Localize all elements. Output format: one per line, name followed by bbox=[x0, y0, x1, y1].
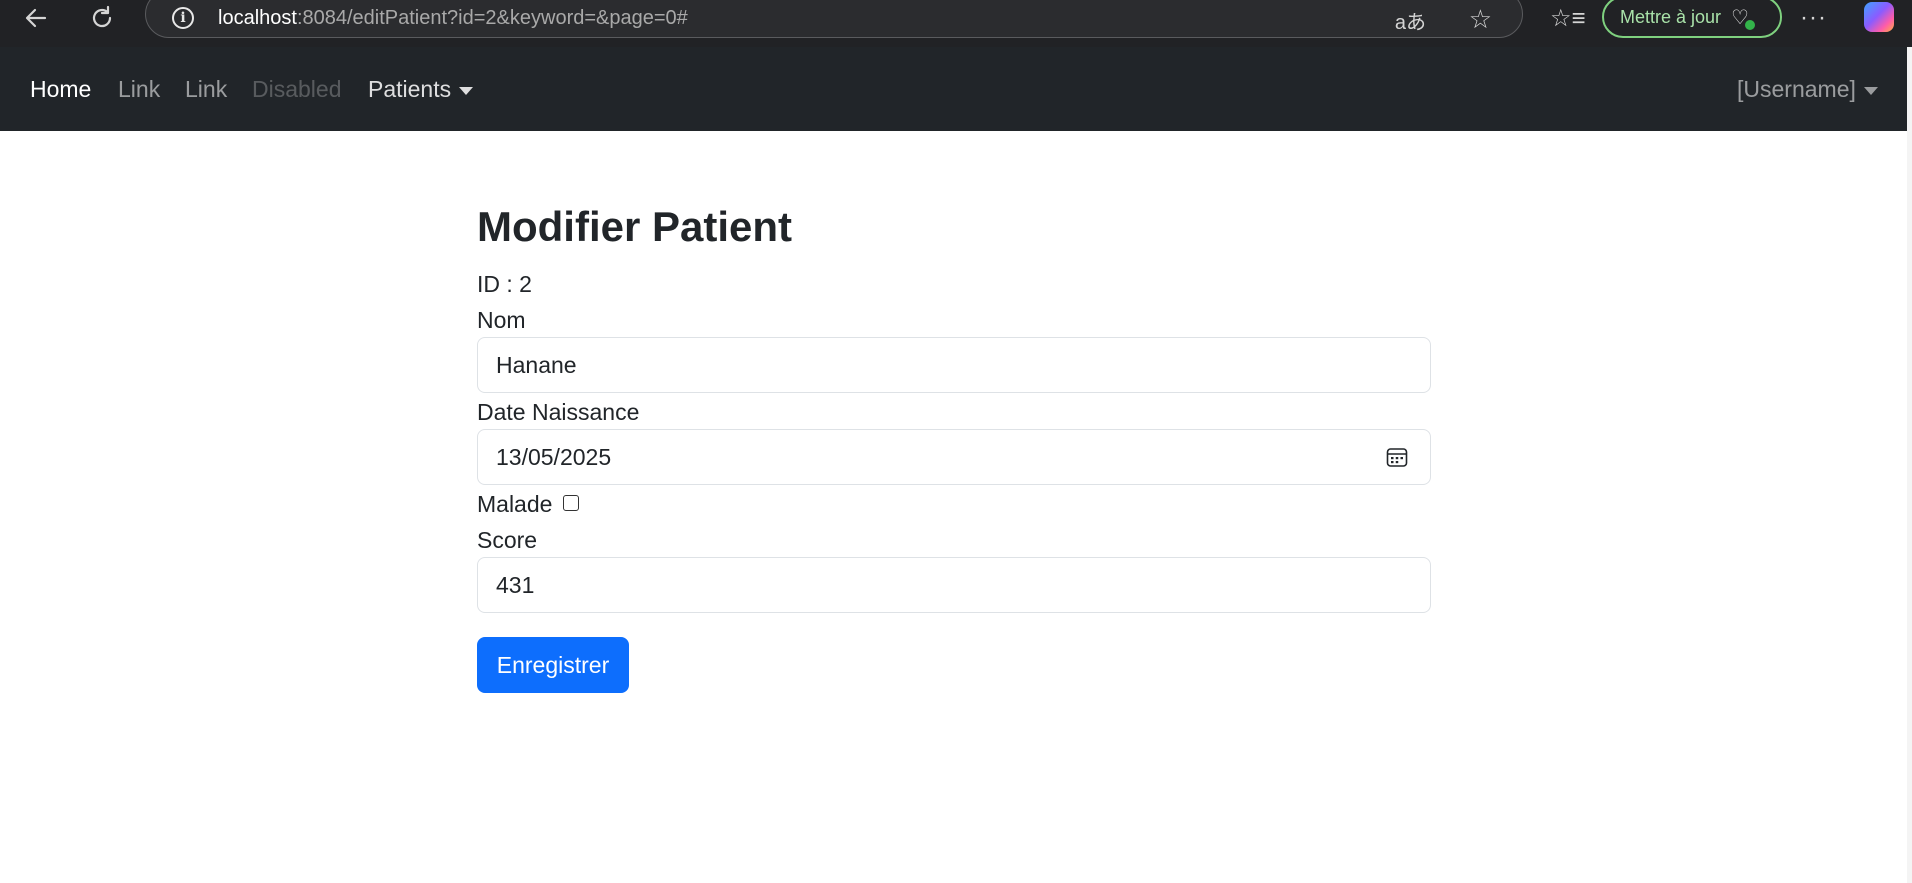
page-title: Modifier Patient bbox=[477, 203, 793, 250]
reload-icon[interactable] bbox=[82, 0, 122, 36]
info-icon[interactable]: i bbox=[172, 7, 194, 29]
date-naissance-label: Date Naissance bbox=[477, 399, 640, 425]
favorites-icon[interactable]: ☆≡ bbox=[1550, 4, 1586, 33]
browser-toolbar: i localhost:8084/editPatient?id=2&keywor… bbox=[0, 0, 1912, 47]
heart-pulse-icon: ♡ bbox=[1731, 5, 1755, 30]
date-naissance-input[interactable]: 13/05/2025 bbox=[477, 429, 1431, 485]
score-label: Score bbox=[477, 527, 538, 553]
more-icon[interactable]: ··· bbox=[1800, 4, 1827, 32]
nav-user-label: [Username] bbox=[1737, 76, 1856, 102]
nav-link-2[interactable]: Link bbox=[185, 76, 227, 103]
nav-home[interactable]: Home bbox=[30, 76, 91, 103]
back-icon[interactable] bbox=[16, 0, 56, 36]
url-text[interactable]: localhost:8084/editPatient?id=2&keyword=… bbox=[218, 7, 688, 30]
page-scrollbar-track bbox=[1907, 47, 1912, 883]
update-button-label: Mettre à jour bbox=[1620, 6, 1722, 27]
nav-link-1[interactable]: Link bbox=[118, 76, 160, 103]
nav-disabled: Disabled bbox=[252, 76, 342, 102]
caret-down-icon bbox=[1863, 86, 1878, 95]
score-input[interactable] bbox=[477, 557, 1431, 613]
url-host: localhost bbox=[218, 7, 297, 29]
app-navbar: Home Link Link Disabled Patients [Userna… bbox=[0, 47, 1907, 131]
nav-user-dropdown[interactable]: [Username] bbox=[1737, 76, 1878, 103]
favorite-star-icon[interactable]: ☆ bbox=[1469, 4, 1492, 35]
copilot-icon[interactable] bbox=[1864, 2, 1894, 32]
read-aloud-icon[interactable]: aあ bbox=[1395, 6, 1426, 35]
save-button[interactable]: Enregistrer bbox=[477, 637, 629, 693]
nom-input[interactable] bbox=[477, 337, 1431, 393]
date-naissance-value: 13/05/2025 bbox=[496, 444, 612, 470]
caret-down-icon bbox=[459, 86, 474, 95]
patient-id: ID : 2 bbox=[477, 271, 532, 297]
url-path: :8084/editPatient?id=2&keyword=&page=0# bbox=[296, 7, 688, 29]
nav-patients-label: Patients bbox=[368, 76, 452, 102]
malade-checkbox[interactable] bbox=[563, 495, 579, 511]
nav-patients-dropdown[interactable]: Patients bbox=[368, 76, 474, 103]
nom-label: Nom bbox=[477, 307, 526, 333]
calendar-icon[interactable] bbox=[1386, 446, 1408, 468]
update-button[interactable]: Mettre à jour ♡ bbox=[1602, 0, 1782, 38]
address-bar[interactable]: i localhost:8084/editPatient?id=2&keywor… bbox=[145, 0, 1523, 38]
malade-label: Malade bbox=[477, 491, 553, 517]
